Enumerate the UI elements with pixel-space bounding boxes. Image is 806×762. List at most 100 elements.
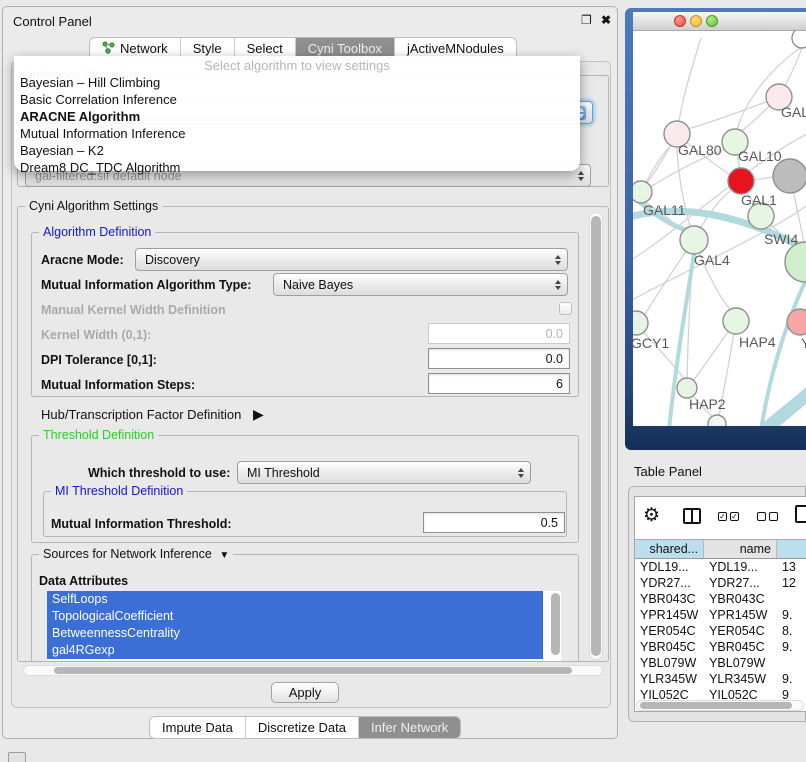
cell[interactable]: YBR045C [704,639,777,655]
cell[interactable]: YBR043C [635,591,704,607]
popup-item[interactable]: Mutual Information Inference [14,125,580,142]
settings-scrollbar-track[interactable] [589,212,603,660]
close-traffic-light[interactable] [674,15,686,27]
kernel-width-field[interactable]: 0.0 [428,323,570,344]
node-salmon[interactable] [787,309,806,335]
node-gal11[interactable] [633,181,652,203]
list-item[interactable]: gal4RGexp [47,642,543,659]
column-header-name[interactable]: name [704,540,777,558]
cell[interactable]: YER054C [635,623,704,639]
aracne-mode-combobox[interactable]: Discovery [135,248,568,271]
node-unlabeled[interactable] [792,31,806,48]
unchecked-columns-icon[interactable] [757,512,778,521]
table-row[interactable]: YPR145W YPR145W 9. [635,607,806,623]
table-row[interactable]: YDL19... YDL19... 13 [635,559,806,575]
list-scrollbar[interactable] [551,593,560,655]
table-row[interactable]: YBR045C YBR045C 9. [635,639,806,655]
node-hap4[interactable] [723,308,749,334]
cell[interactable]: YBR045C [635,639,704,655]
cell[interactable]: YIL052C [704,687,777,700]
cell[interactable]: 9. [777,639,806,655]
settings-scrollbar-thumb[interactable] [591,216,601,656]
table-hscrollbar-thumb[interactable] [640,702,792,709]
popup-item[interactable]: Basic Correlation Inference [14,91,580,108]
node-large-green[interactable] [785,242,806,282]
column-header-partial[interactable] [777,540,806,558]
tab-cyni-toolbox-label: Cyni Toolbox [308,41,382,56]
table-row[interactable]: YBR043C YBR043C [635,591,806,607]
cell[interactable]: YBR043C [704,591,777,607]
cell[interactable]: YDL19... [635,559,704,575]
which-threshold-value: MI Threshold [247,466,320,480]
popup-item[interactable]: Bayesian – K2 [14,142,580,159]
gear-icon[interactable]: ⚙ [643,506,660,525]
cell[interactable]: YDL19... [704,559,777,575]
column-header-shared[interactable]: shared... [635,540,704,558]
which-threshold-combobox[interactable]: MI Threshold [237,461,531,484]
node-gray[interactable] [773,159,806,193]
node-partial-bottom[interactable] [708,415,726,426]
aracne-mode-label: Aracne Mode: [41,253,124,267]
minimize-traffic-light[interactable] [690,15,702,27]
tab-impute-data[interactable]: Impute Data [150,717,246,738]
apply-button[interactable]: Apply [271,682,339,703]
node-hap2[interactable] [677,378,697,398]
table-row[interactable]: YER054C YER054C 8. [635,623,806,639]
settings-hscrollbar-track[interactable] [23,665,603,676]
document-icon[interactable] [795,505,806,523]
grip-widget[interactable] [8,752,26,762]
data-attributes-list[interactable]: SelfLoops TopologicalCoefficient Between… [47,591,561,661]
list-item[interactable]: SelfLoops [47,591,543,608]
cell[interactable]: 9 [777,687,806,700]
tab-discretize-data[interactable]: Discretize Data [246,717,359,738]
list-item[interactable]: BetweennessCentrality [47,625,543,642]
network-window-titlebar[interactable] [633,12,806,31]
popup-item[interactable]: Dream8 DC_TDC Algorithm [14,159,580,176]
popup-item-selected[interactable]: ARACNE Algorithm [14,108,580,125]
cell[interactable]: YBL079W [635,655,704,671]
zoom-traffic-light[interactable] [706,15,718,27]
cell[interactable] [777,591,806,607]
cell[interactable]: 12 [777,575,806,591]
cell[interactable]: 9. [777,671,806,687]
mi-threshold-field[interactable]: 0.5 [423,512,565,533]
list-item[interactable]: TopologicalCoefficient [47,608,543,625]
table-row[interactable]: YIL052C YIL052C 9 [635,687,806,700]
checked-columns-icon[interactable]: ✓ ✓ [718,512,739,521]
split-columns-icon[interactable] [683,508,701,524]
float-icon[interactable]: ❐ [581,13,592,27]
close-icon[interactable]: ✖ [601,13,611,27]
cell[interactable]: YPR145W [704,607,777,623]
cell[interactable]: YLR345W [704,671,777,687]
cell[interactable]: 8. [777,623,806,639]
table-hscrollbar-track[interactable] [636,700,804,711]
table-row[interactable]: YLR345W YLR345W 9. [635,671,806,687]
mi-type-combobox[interactable]: Naive Bayes [273,273,568,296]
popup-item[interactable]: Bayesian – Hill Climbing [14,74,580,91]
table-row[interactable]: YBL079W YBL079W [635,655,806,671]
hub-definition-toggle[interactable]: Hub/Transcription Factor Definition ▶ [41,406,264,423]
sources-toggle[interactable]: Sources for Network Inference ▼ [39,547,233,561]
cell[interactable] [777,655,806,671]
network-canvas[interactable] [633,31,806,426]
settings-hscrollbar-thumb[interactable] [54,667,572,674]
dpi-tolerance-field[interactable]: 0.0 [428,348,570,369]
cell[interactable]: 9. [777,607,806,623]
node-gal1-selected[interactable] [728,168,754,194]
cell[interactable]: YDR27... [704,575,777,591]
node-gcy1[interactable] [633,311,648,335]
manual-kernel-checkbox[interactable] [559,302,572,315]
tab-infer-network[interactable]: Infer Network [359,717,460,738]
mi-steps-field[interactable]: 6 [428,373,570,394]
cell[interactable]: YIL052C [635,687,704,700]
cell[interactable]: 13 [777,559,806,575]
cell[interactable]: YER054C [704,623,777,639]
node-gal4[interactable] [680,226,708,254]
cell[interactable]: YDR27... [635,575,704,591]
cell[interactable]: YLR345W [635,671,704,687]
table-row[interactable]: YDR27... YDR27... 12 [635,575,806,591]
table-header: shared... name [635,539,806,559]
manual-kernel-label: Manual Kernel Width Definition [41,303,226,317]
cell[interactable]: YPR145W [635,607,704,623]
cell[interactable]: YBL079W [704,655,777,671]
